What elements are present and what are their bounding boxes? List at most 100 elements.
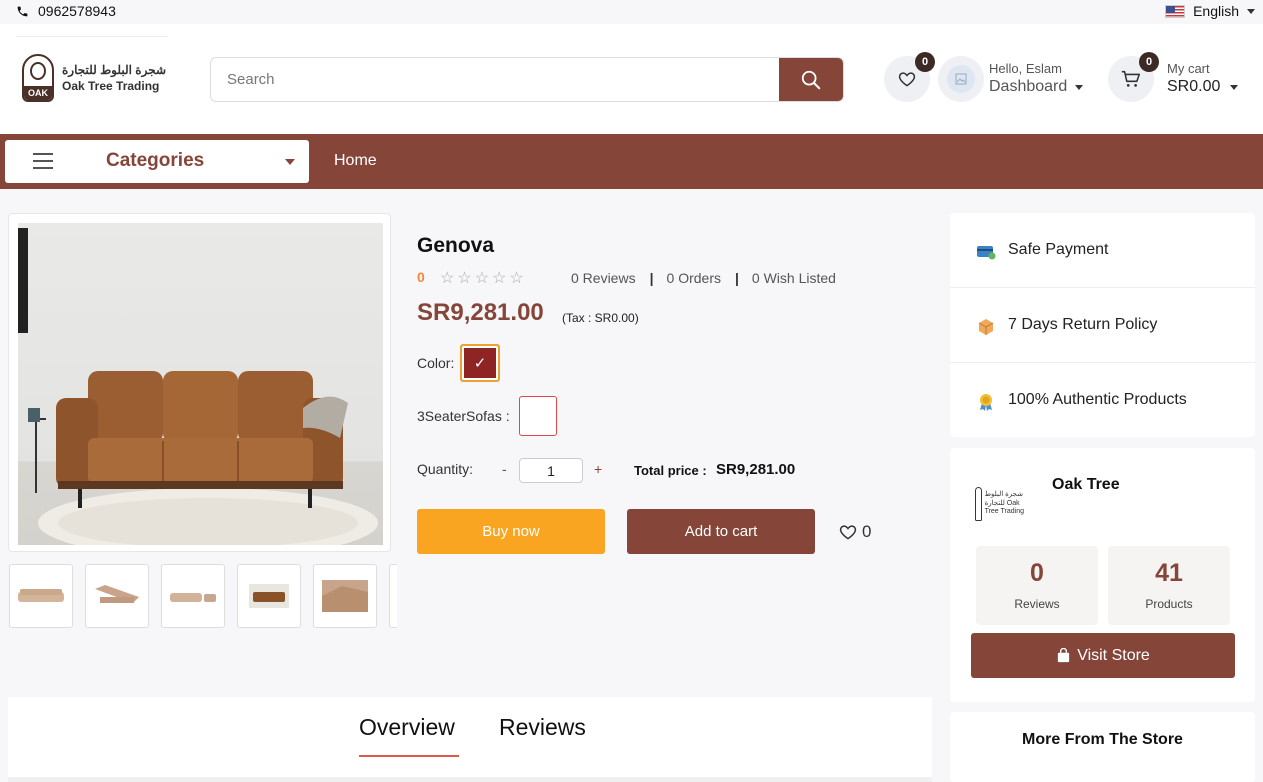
search-icon <box>801 70 821 89</box>
language-label: English <box>1193 3 1239 19</box>
logo-mark-text: OAK <box>24 86 52 100</box>
search-input[interactable] <box>211 58 781 101</box>
site-logo[interactable]: OAK شجرة البلوط للتجارة Oak Tree Trading <box>22 54 166 102</box>
store-logo[interactable]: شجرة البلوط للتجارة Oak Tree Trading <box>975 482 1033 526</box>
check-icon: ✓ <box>473 355 487 372</box>
sofa-photo <box>18 223 383 545</box>
product-price: SR9,281.00 <box>417 299 544 326</box>
logo-arabic-text: شجرة البلوط للتجارة <box>62 63 166 77</box>
product-main-image[interactable] <box>8 213 391 552</box>
color-swatch[interactable]: ✓ <box>460 344 500 382</box>
dashboard-label: Dashboard <box>989 78 1068 95</box>
feature-return-policy: 7 Days Return Policy <box>950 288 1255 363</box>
nav-home-link[interactable]: Home <box>334 152 377 170</box>
chevron-down-icon <box>1247 8 1255 14</box>
main-nav: Categories Home <box>0 134 1263 189</box>
avatar[interactable] <box>938 56 984 102</box>
tab-overview[interactable]: Overview <box>359 714 455 741</box>
total-price-value: SR9,281.00 <box>716 461 796 478</box>
total-price-label: Total price : <box>634 463 707 478</box>
product-thumbnail[interactable] <box>9 564 73 628</box>
user-image-icon <box>955 73 967 85</box>
buy-now-button[interactable]: Buy now <box>417 509 605 554</box>
content-divider <box>8 777 932 782</box>
store-reviews-box: 0 Reviews <box>976 546 1098 625</box>
quantity-decrease-button[interactable]: - <box>502 461 507 477</box>
store-products-count: 41 <box>1155 559 1183 587</box>
orders-count: 0 Orders <box>666 270 721 286</box>
phone-number: 0962578943 <box>38 3 116 19</box>
product-thumbnail[interactable] <box>313 564 377 628</box>
quantity-increase-button[interactable]: + <box>594 461 602 477</box>
cart-count-badge: 0 <box>1139 52 1159 72</box>
store-products-box: 41 Products <box>1108 546 1230 625</box>
phone-contact[interactable]: 0962578943 <box>16 3 116 19</box>
feature-label: 100% Authentic Products <box>1008 391 1187 408</box>
chevron-down-icon <box>1230 84 1239 90</box>
heart-icon <box>898 72 916 87</box>
feature-label: Safe Payment <box>1008 241 1109 258</box>
menu-icon <box>33 153 53 169</box>
user-greeting: Hello, Eslam <box>989 61 1062 76</box>
reviews-count[interactable]: 0 Reviews <box>571 270 636 286</box>
cart-total-dropdown[interactable]: SR0.00 <box>1167 78 1239 96</box>
return-box-icon <box>978 319 994 335</box>
logo-english-text: Oak Tree Trading <box>62 79 160 93</box>
visit-store-button[interactable]: Visit Store <box>971 633 1235 678</box>
product-stats: 0 Reviews | 0 Orders | 0 Wish Listed <box>571 270 836 286</box>
store-name[interactable]: Oak Tree <box>1052 476 1120 494</box>
store-reviews-label: Reviews <box>1014 597 1060 611</box>
cart-icon <box>1121 70 1141 87</box>
add-to-cart-button[interactable]: Add to cart <box>627 509 815 554</box>
wish-listed-count: 0 Wish Listed <box>751 270 836 286</box>
product-thumbnail[interactable] <box>161 564 225 628</box>
variant-option[interactable] <box>519 396 557 436</box>
wishlist-count-badge: 0 <box>915 52 935 72</box>
product-thumbnail[interactable] <box>237 564 301 628</box>
store-products-label: Products <box>1145 597 1193 611</box>
tax-info: (Tax : SR0.00) <box>562 311 639 325</box>
variant-label: 3SeaterSofas : <box>417 408 510 424</box>
thumbnail-strip <box>9 564 397 628</box>
store-logo-icon <box>975 487 982 521</box>
dashboard-dropdown[interactable]: Dashboard <box>989 78 1084 96</box>
active-tab-indicator <box>359 755 459 757</box>
rating-value: 0 <box>417 269 425 285</box>
tabs-container <box>8 697 932 777</box>
cart-label: My cart <box>1167 61 1210 76</box>
more-from-store: More From The Store <box>950 712 1255 782</box>
feature-safe-payment: Safe Payment <box>950 213 1255 288</box>
logo-divider <box>16 36 168 37</box>
quantity-input[interactable] <box>519 458 583 483</box>
feature-label: 7 Days Return Policy <box>1008 316 1158 333</box>
tab-reviews[interactable]: Reviews <box>499 714 586 741</box>
search-button[interactable] <box>779 58 843 101</box>
color-label: Color: <box>417 355 455 371</box>
heart-icon <box>839 525 857 540</box>
language-selector[interactable]: English <box>1165 3 1255 19</box>
features-panel: Safe Payment 7 Days Return Policy 100% A… <box>950 213 1255 437</box>
search-bar <box>210 57 844 102</box>
feature-authentic: 100% Authentic Products <box>950 363 1255 438</box>
us-flag-icon <box>1165 4 1186 18</box>
star-rating-icon: ☆☆☆☆☆ <box>440 270 527 287</box>
product-title: Genova <box>417 234 495 257</box>
chevron-down-icon <box>1075 84 1084 90</box>
product-thumbnail[interactable] <box>85 564 149 628</box>
store-card: شجرة البلوط للتجارة Oak Tree Trading Oak… <box>950 448 1255 702</box>
add-to-wishlist-button[interactable]: 0 <box>838 522 871 542</box>
sofa-illustration <box>18 228 378 545</box>
wish-count: 0 <box>862 522 872 541</box>
oak-tree-logo-icon: OAK <box>22 54 54 102</box>
store-logo-text: شجرة البلوط للتجارة Oak Tree Trading <box>984 491 1024 516</box>
store-reviews-count: 0 <box>1030 559 1044 587</box>
chevron-down-icon <box>285 159 295 165</box>
medal-icon <box>980 394 992 411</box>
top-bar: 0962578943 English <box>0 0 1263 24</box>
categories-label: Categories <box>106 150 205 171</box>
quantity-label: Quantity: <box>417 461 474 477</box>
site-header: OAK شجرة البلوط للتجارة Oak Tree Trading… <box>0 24 1263 134</box>
categories-dropdown[interactable]: Categories <box>5 140 309 183</box>
credit-card-icon <box>977 246 996 260</box>
product-thumbnail[interactable] <box>389 564 397 628</box>
